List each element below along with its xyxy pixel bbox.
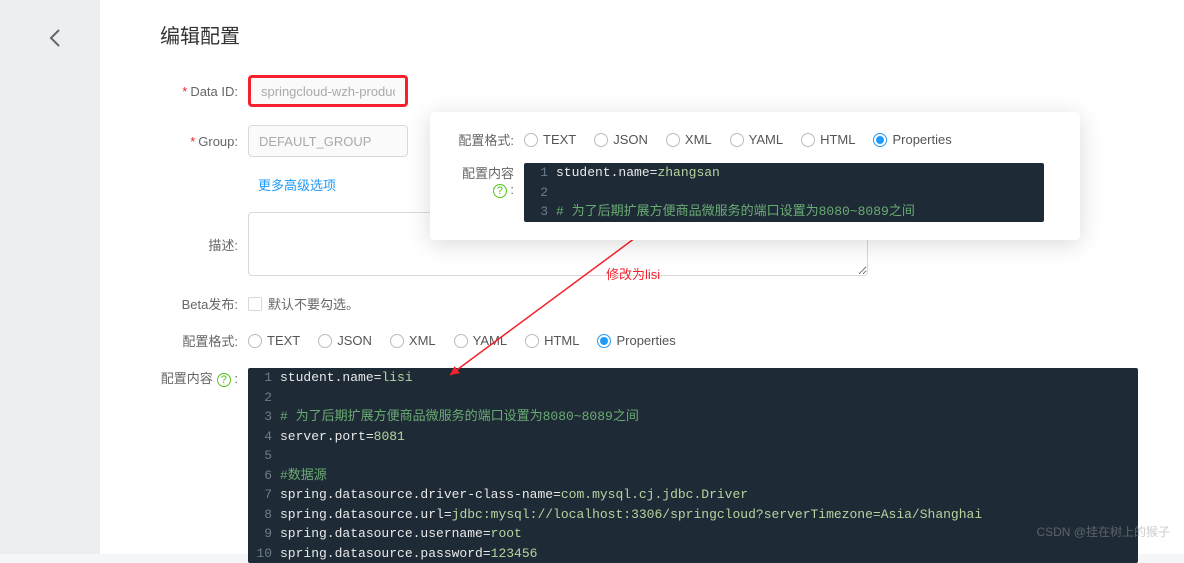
help-icon[interactable]: ? (217, 373, 231, 387)
popup-content-label: 配置内容? : (454, 163, 524, 198)
group-input[interactable] (248, 125, 408, 157)
beta-checkbox-label: 默认不要勾选。 (268, 294, 359, 313)
watermark: CSDN @挂在树上的猴子 (1036, 523, 1170, 540)
beta-label: Beta发布: (160, 294, 248, 313)
page-title: 编辑配置 (160, 20, 1144, 49)
format-radio-properties[interactable]: Properties (597, 333, 675, 348)
format-radio-html[interactable]: HTML (525, 333, 579, 348)
format-radio-text[interactable]: TEXT (248, 333, 300, 348)
annotation-text: 修改为lisi (606, 264, 660, 283)
back-button[interactable] (45, 28, 65, 48)
format-label: 配置格式: (160, 331, 248, 350)
format-radio-yaml[interactable]: YAML (730, 132, 783, 147)
code-editor-main[interactable]: 1student.name=lisi23# 为了后期扩展方便商品微服务的端口设置… (248, 368, 1138, 563)
data-id-input[interactable] (248, 75, 408, 107)
beta-checkbox[interactable] (248, 297, 262, 311)
format-radio-properties[interactable]: Properties (873, 132, 951, 147)
group-label: *Group: (160, 134, 248, 149)
format-radio-html[interactable]: HTML (801, 132, 855, 147)
format-radio-json[interactable]: JSON (318, 333, 372, 348)
content-label: 配置内容? : (160, 368, 248, 387)
format-radio-yaml[interactable]: YAML (454, 333, 507, 348)
help-icon[interactable]: ? (493, 184, 507, 198)
format-radio-xml[interactable]: XML (390, 333, 436, 348)
desc-label: 描述: (160, 235, 248, 254)
code-editor-popup[interactable]: 1student.name=zhangsan23# 为了后期扩展方便商品微服务的… (524, 163, 1044, 222)
format-radio-xml[interactable]: XML (666, 132, 712, 147)
popup-format-label: 配置格式: (454, 130, 524, 149)
data-id-label: *Data ID: (160, 84, 248, 99)
config-preview-popup: 配置格式: TEXT JSON XML YAML HTML Properties 配置内容… (430, 112, 1080, 240)
format-radio-json[interactable]: JSON (594, 132, 648, 147)
format-radio-text[interactable]: TEXT (524, 132, 576, 147)
advanced-options-link[interactable]: 更多高级选项 (258, 178, 336, 193)
